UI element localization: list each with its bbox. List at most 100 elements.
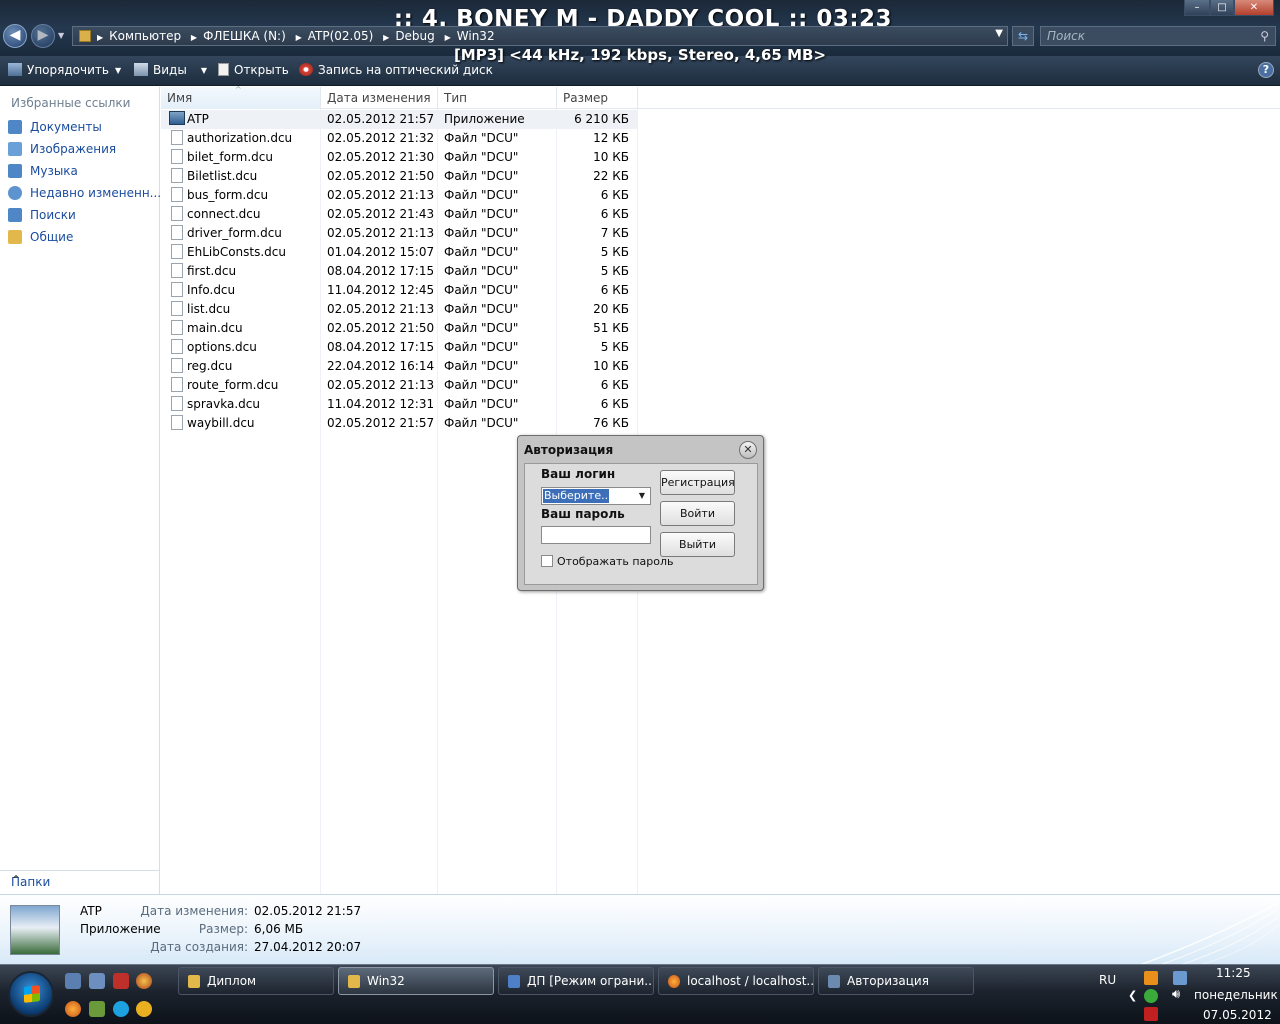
breadcrumb-drive[interactable]: ФЛЕШКА (N:) <box>203 29 286 43</box>
minimize-button[interactable]: – <box>1184 0 1210 16</box>
file-name: EhLibConsts.dcu <box>187 245 286 259</box>
file-name: reg.dcu <box>187 359 233 373</box>
antivirus-tray-icon[interactable] <box>1144 1007 1158 1021</box>
close-button[interactable]: ✕ <box>1234 0 1274 16</box>
table-row[interactable]: driver_form.dcu 02.05.2012 21:13 Файл "DCU… <box>161 224 637 243</box>
search-input[interactable]: Поиск ⚲ <box>1040 26 1276 46</box>
task-word-doc[interactable]: ДП [Режим ограни... <box>498 967 654 995</box>
fav-recent[interactable]: Недавно измененн... <box>8 186 161 204</box>
forward-button[interactable]: ▶ <box>31 24 55 48</box>
file-name: waybill.dcu <box>187 416 255 430</box>
file-name: Info.dcu <box>187 283 236 297</box>
column-date[interactable]: Дата изменения <box>321 87 438 109</box>
switch-windows-icon[interactable] <box>89 973 105 989</box>
address-dropdown-icon[interactable]: ▼ <box>995 28 1003 39</box>
table-row[interactable]: list.dcu 02.05.2012 21:13 Файл "DCU" 20 КБ <box>161 300 637 319</box>
show-desktop-icon[interactable] <box>65 973 81 989</box>
maximize-button[interactable]: □ <box>1210 0 1234 16</box>
login-select[interactable]: Выберите.. ▼ <box>541 487 651 505</box>
enter-button[interactable]: Войти <box>660 501 735 526</box>
table-row[interactable]: Info.dcu 11.04.2012 12:45 Файл "DCU" 6 КБ <box>161 281 637 300</box>
table-row[interactable]: route_form.dcu 02.05.2012 21:13 Файл "DCU"… <box>161 376 637 395</box>
details-pane: ATP Приложение Дата изменения: 02.05.201… <box>0 894 1280 965</box>
file-icon <box>171 320 183 335</box>
language-indicator[interactable]: RU <box>1099 973 1116 987</box>
register-button[interactable]: Регистрация <box>660 470 735 495</box>
dialog-close-button[interactable]: ✕ <box>739 441 757 459</box>
views-button[interactable]: Виды ▼ <box>134 63 207 77</box>
clock-day[interactable]: понедельник <box>1194 988 1278 1002</box>
task-diplom[interactable]: Диплом <box>178 967 334 995</box>
fav-searches[interactable]: Поиски <box>8 208 76 226</box>
folders-toggle[interactable]: Папки ⌃ <box>0 870 159 894</box>
breadcrumb-computer[interactable]: Компьютер <box>109 29 181 43</box>
firefox-icon[interactable] <box>65 1001 81 1017</box>
task-localhost[interactable]: localhost / localhost... <box>658 967 814 995</box>
password-input[interactable] <box>541 526 651 544</box>
fav-pictures[interactable]: Изображения <box>8 142 116 160</box>
column-header: Имя ^ Дата изменения Тип Размер <box>161 85 1280 109</box>
app-green-icon[interactable] <box>89 1001 105 1017</box>
table-row[interactable]: reg.dcu 22.04.2012 16:14 Файл "DCU" 10 КБ <box>161 357 637 376</box>
table-row[interactable]: options.dcu 08.04.2012 17:15 Файл "DCU" 5 К… <box>161 338 637 357</box>
table-row[interactable]: main.dcu 02.05.2012 21:50 Файл "DCU" 51 КБ <box>161 319 637 338</box>
table-row[interactable]: bilet_form.dcu 02.05.2012 21:30 Файл "DCU"… <box>161 148 637 167</box>
table-row[interactable]: spravka.dcu 11.04.2012 12:31 Файл "DCU" 6 К… <box>161 395 637 414</box>
breadcrumb-win32[interactable]: Win32 <box>457 29 495 43</box>
column-type[interactable]: Тип <box>438 87 557 109</box>
table-row[interactable]: authorization.dcu 02.05.2012 21:32 Файл "D… <box>161 129 637 148</box>
refresh-icon: ⇆ <box>1017 29 1029 43</box>
file-name: connect.dcu <box>187 207 261 221</box>
column-size[interactable]: Размер <box>557 87 638 109</box>
file-size: 6 КБ <box>600 378 629 392</box>
show-hidden-icons-icon[interactable]: ❮ <box>1128 989 1137 1002</box>
history-dropdown-icon[interactable]: ▼ <box>58 31 64 40</box>
column-name[interactable]: Имя ^ <box>161 85 321 109</box>
organize-button[interactable]: Упорядочить ▼ <box>8 63 121 77</box>
address-bar[interactable]: ▶ Компьютер ▶ ФЛЕШКА (N:) ▶ ATP(02.05) ▶ Deb… <box>72 26 1008 46</box>
file-type: Файл "DCU" <box>444 207 519 221</box>
file-date: 01.04.2012 15:07 <box>327 245 435 259</box>
show-password-checkbox[interactable]: Отображать пароль <box>541 555 674 568</box>
app-red-icon[interactable] <box>113 973 129 989</box>
media-player-tray-icon[interactable] <box>1144 971 1158 985</box>
table-row[interactable]: first.dcu 08.04.2012 17:15 Файл "DCU" 5 КБ <box>161 262 637 281</box>
back-button[interactable]: ◀ <box>3 24 27 48</box>
checkbox-box[interactable] <box>541 555 553 567</box>
burn-button[interactable]: Запись на оптический диск <box>299 63 493 77</box>
fav-documents[interactable]: Документы <box>8 120 102 138</box>
open-button[interactable]: Открыть <box>218 63 289 77</box>
file-size: 12 КБ <box>593 131 629 145</box>
table-row[interactable]: EhLibConsts.dcu 01.04.2012 15:07 Файл "DCU… <box>161 243 637 262</box>
skype-icon[interactable] <box>113 1001 129 1017</box>
chevron-down-icon: ▼ <box>200 66 207 75</box>
app-spartan-icon[interactable] <box>136 973 152 989</box>
clock-date[interactable]: 07.05.2012 <box>1203 1008 1272 1022</box>
breadcrumb-atp[interactable]: ATP(02.05) <box>308 29 374 43</box>
exit-button[interactable]: Выйти <box>660 532 735 557</box>
task-win32[interactable]: Win32 <box>338 967 494 995</box>
refresh-button[interactable]: ⇆ <box>1012 26 1034 46</box>
table-row[interactable]: waybill.dcu 02.05.2012 21:57 Файл "DCU" 76 … <box>161 414 637 433</box>
table-row[interactable]: bus_form.dcu 02.05.2012 21:13 Файл "DCU" 6 … <box>161 186 637 205</box>
app-yellow-icon[interactable] <box>136 1001 152 1017</box>
table-row[interactable]: ATP 02.05.2012 21:57 Приложение 6 210 КБ <box>161 110 637 129</box>
help-icon[interactable]: ? <box>1258 62 1274 78</box>
file-size: 22 КБ <box>593 169 629 183</box>
fav-label: Недавно измененн... <box>30 186 162 200</box>
column-label: Дата изменения <box>327 91 431 105</box>
fav-label: Общие <box>30 230 74 244</box>
fav-music[interactable]: Музыка <box>8 164 78 182</box>
task-authorization[interactable]: Авторизация <box>818 967 974 995</box>
network-tray-icon[interactable] <box>1173 971 1187 985</box>
table-row[interactable]: Biletlist.dcu 02.05.2012 21:50 Файл "DCU" 2… <box>161 167 637 186</box>
breadcrumb-debug[interactable]: Debug <box>395 29 434 43</box>
volume-icon[interactable]: 🔊︎ <box>1172 987 1180 1002</box>
fav-public[interactable]: Общие <box>8 230 73 248</box>
chevron-down-icon: ▼ <box>114 66 122 75</box>
file-type: Файл "DCU" <box>444 226 519 240</box>
torrent-tray-icon[interactable] <box>1144 989 1158 1003</box>
start-button[interactable] <box>8 971 54 1017</box>
clock-time[interactable]: 11:25 <box>1216 966 1251 980</box>
table-row[interactable]: connect.dcu 02.05.2012 21:43 Файл "DCU" 6 К… <box>161 205 637 224</box>
